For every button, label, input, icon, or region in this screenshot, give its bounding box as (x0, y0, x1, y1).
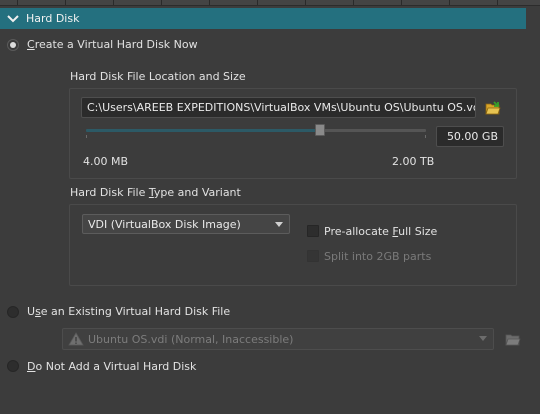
file-path-field[interactable]: C:\Users\AREEB EXPEDITIONS\VirtualBox VM… (81, 97, 476, 118)
split-label: Split into 2GB parts (324, 250, 432, 263)
create-new-radio[interactable] (7, 39, 19, 51)
disk-type-select[interactable]: VDI (VirtualBox Disk Image) (82, 214, 290, 234)
size-slider[interactable] (86, 123, 426, 139)
do-not-add-label[interactable]: Do Not Add a Virtual Hard Disk (27, 360, 196, 373)
type-group-title: Hard Disk File Type and Variant (70, 186, 241, 199)
create-new-label[interactable]: Create a Virtual Hard Disk Now (27, 38, 198, 51)
split-checkbox[interactable] (307, 250, 319, 262)
size-field[interactable]: 50.00 GB (436, 126, 504, 147)
min-size-label: 4.00 MB (83, 155, 129, 168)
folder-icon[interactable] (504, 330, 522, 348)
existing-disk-select[interactable]: Ubuntu OS.vdi (Normal, Inaccessible) (62, 328, 494, 350)
max-size-label: 2.00 TB (392, 155, 435, 168)
location-group-title: Hard Disk File Location and Size (70, 70, 246, 83)
folder-open-icon[interactable] (484, 99, 502, 117)
section-title: Hard Disk (26, 12, 80, 25)
preallocate-checkbox[interactable] (307, 225, 319, 237)
warning-icon (68, 332, 84, 346)
do-not-add-radio[interactable] (7, 360, 19, 372)
top-separator (0, 0, 540, 6)
use-existing-label[interactable]: Use an Existing Virtual Hard Disk File (27, 305, 230, 318)
preallocate-label[interactable]: Pre-allocate Full Size (324, 225, 437, 238)
chevron-down-icon (479, 336, 487, 341)
hard-disk-section-header[interactable]: Hard Disk (0, 8, 526, 29)
chevron-down-icon (0, 8, 26, 29)
chevron-down-icon (275, 222, 283, 227)
use-existing-radio[interactable] (7, 306, 19, 318)
size-slider-handle[interactable] (315, 124, 325, 136)
